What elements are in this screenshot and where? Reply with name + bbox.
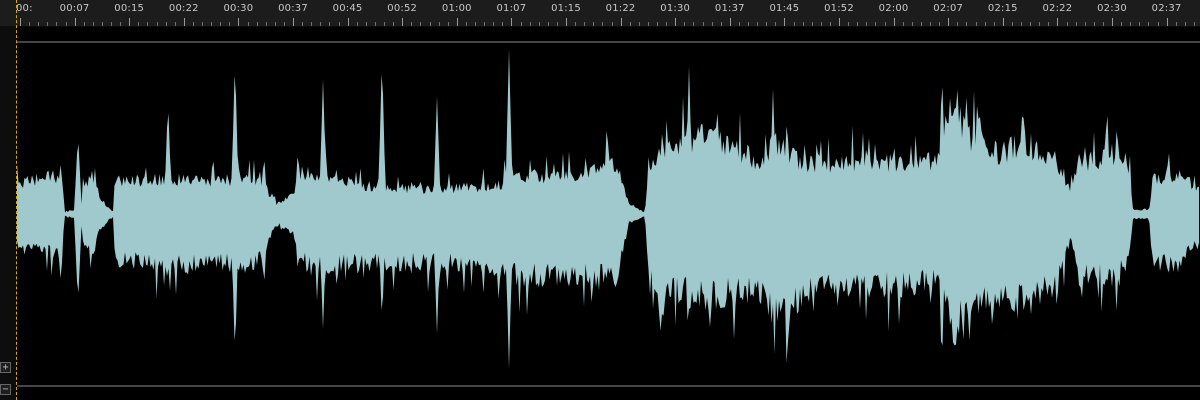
- timeline-major-tick: [839, 18, 840, 26]
- timeline-tick-label: 02:22: [1042, 3, 1073, 14]
- timeline-major-tick: [675, 18, 677, 26]
- timeline-tick-label: 01:52: [824, 3, 854, 14]
- timeline-tick-label: 00:15: [114, 3, 145, 14]
- timeline-major-tick: [729, 18, 731, 26]
- timeline-major-tick: [1057, 18, 1059, 26]
- timeline-major-tick: [183, 18, 185, 26]
- zoom-in-button[interactable]: +: [0, 362, 11, 373]
- timeline-tick-label: 00:07: [59, 3, 90, 14]
- timeline-major-tick: [74, 18, 76, 26]
- timeline-tick-label: 01:22: [605, 3, 636, 14]
- timeline-major-tick: [456, 18, 458, 26]
- time-ruler[interactable]: 00: 00:07 00:15 00:22 00:30 00:37 00:45 00:52 01…: [0, 0, 1200, 27]
- timeline-major-tick: [511, 18, 513, 26]
- timeline-major-tick: [566, 18, 567, 26]
- timeline-tick-label: 01:00: [441, 3, 472, 14]
- timeline-major-tick: [347, 18, 349, 26]
- timeline-major-tick: [293, 18, 294, 26]
- timeline-major-tick: [948, 18, 950, 26]
- timeline-major-tick: [129, 18, 131, 26]
- timeline-tick-label: 01:07: [496, 3, 527, 14]
- audio-waveform[interactable]: [17, 26, 1200, 400]
- minus-icon: −: [2, 384, 9, 395]
- timeline-tick-label: 00:45: [332, 3, 363, 14]
- timeline-tick-label: 02:07: [933, 3, 964, 14]
- timeline-major-tick: [1166, 18, 1168, 26]
- timeline-tick-label: 02:15: [987, 3, 1018, 14]
- plus-icon: +: [2, 362, 9, 373]
- waveform-shape: [17, 49, 1199, 369]
- timeline-tick-label: 01:30: [660, 3, 691, 14]
- timeline-tick-label: 01:15: [551, 3, 581, 14]
- timeline-major-tick: [1112, 18, 1113, 26]
- playhead-marker[interactable]: [16, 0, 17, 400]
- timeline-tick-label: 02:30: [1097, 3, 1127, 14]
- zoom-out-button[interactable]: −: [0, 384, 11, 395]
- timeline-tick-label: 00:22: [168, 3, 199, 14]
- timeline-major-tick: [893, 18, 895, 26]
- timeline-tick-label: 00:37: [278, 3, 308, 14]
- timeline-tick-label: 00:52: [387, 3, 418, 14]
- timeline-major-tick: [402, 18, 404, 26]
- timeline-major-tick: [1002, 18, 1004, 26]
- timeline-tick-label: 00:: [16, 3, 33, 14]
- timeline-tick-label: 01:45: [769, 3, 800, 14]
- timeline-major-tick: [620, 18, 622, 26]
- timeline-major-tick: [784, 18, 786, 26]
- timeline-major-tick: [238, 18, 240, 26]
- track-gutter: + −: [0, 26, 16, 400]
- timeline-tick-label: 01:37: [714, 3, 745, 14]
- timeline-tick-label: 02:37: [1151, 3, 1182, 14]
- timeline-tick-label: 02:00: [878, 3, 909, 14]
- timeline-major-tick: [20, 18, 21, 26]
- timeline-tick-label: 00:30: [223, 3, 254, 14]
